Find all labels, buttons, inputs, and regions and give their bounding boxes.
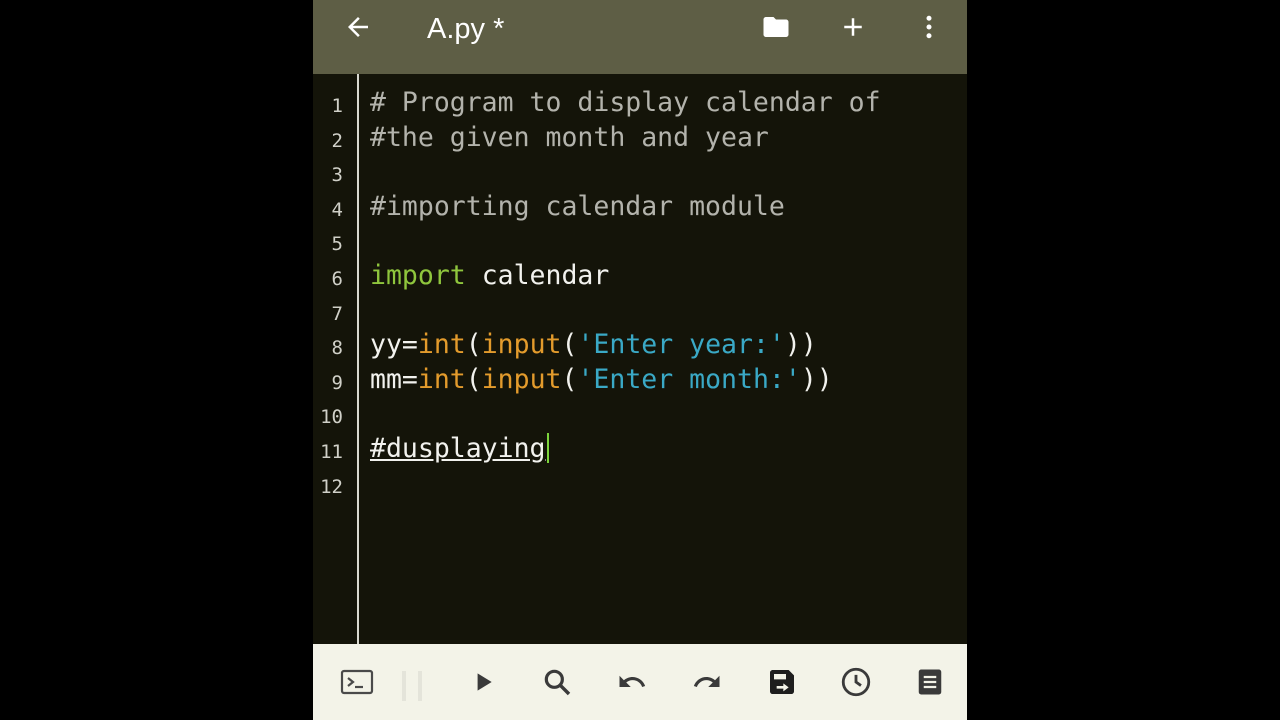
code-token: ( xyxy=(465,363,482,395)
code-token: int xyxy=(417,329,466,361)
history-button[interactable] xyxy=(832,660,880,708)
redo-icon xyxy=(689,667,725,702)
undo-icon xyxy=(614,667,650,702)
code-token: 'Enter year:' xyxy=(577,329,785,361)
line-number: 12 xyxy=(320,475,343,498)
line-number: 7 xyxy=(331,302,343,325)
code-token: int xyxy=(417,363,466,395)
code-line[interactable]: import calendar xyxy=(370,259,609,293)
code-token: # Program to display calendar of xyxy=(370,87,881,118)
code-line[interactable]: #the given month and year xyxy=(370,121,769,155)
arrow-left-icon xyxy=(343,12,373,47)
code-token: #importing calendar module xyxy=(370,190,785,222)
code-line[interactable]: # Program to display calendar of xyxy=(370,86,881,120)
code-token: )) xyxy=(784,329,817,361)
line-number: 1 xyxy=(331,95,343,117)
code-token: yy= xyxy=(370,329,418,361)
line-number-gutter: 1 2 3 4 5 6 7 8 9 10 11 12 xyxy=(313,74,359,644)
more-options-button[interactable] xyxy=(901,0,957,58)
history-icon xyxy=(839,665,873,704)
line-number: 8 xyxy=(331,337,343,360)
save-button[interactable] xyxy=(758,660,806,708)
text-caret xyxy=(546,433,549,463)
code-token: mm= xyxy=(370,363,418,395)
code-token: #the given month and year xyxy=(370,121,769,153)
save-icon xyxy=(765,666,799,703)
code-line[interactable]: #importing calendar module xyxy=(370,190,785,224)
toolbar-drag-handle[interactable] xyxy=(402,671,422,701)
line-number: 5 xyxy=(331,233,343,256)
new-file-button[interactable] xyxy=(825,0,881,58)
more-vertical-icon xyxy=(914,12,944,47)
file-title: A.py * xyxy=(427,13,505,45)
code-token: ( xyxy=(465,329,482,361)
document-button[interactable] xyxy=(906,660,954,708)
line-number: 4 xyxy=(331,198,343,221)
line-number: 2 xyxy=(331,129,343,152)
search-icon xyxy=(541,666,573,703)
code-token: #dusplaying xyxy=(370,433,546,464)
run-button[interactable] xyxy=(459,660,507,708)
open-folder-button[interactable] xyxy=(748,0,804,58)
plus-icon xyxy=(838,12,868,47)
line-number: 10 xyxy=(320,406,343,429)
line-number: 9 xyxy=(331,371,343,394)
code-line[interactable]: mm=int(input('Enter month:')) xyxy=(370,363,833,397)
code-token: 'Enter month:' xyxy=(577,363,801,395)
code-line[interactable]: #dusplaying xyxy=(370,432,549,466)
terminal-icon xyxy=(340,667,374,702)
phone-screen: A.py * 1 2 3 4 5 6 7 8 9 10 11 12 # Program to disp… xyxy=(313,0,967,720)
code-token: input xyxy=(481,363,562,395)
code-editor[interactable]: 1 2 3 4 5 6 7 8 9 10 11 12 # Program to display cal… xyxy=(313,74,967,644)
line-number: 3 xyxy=(331,164,343,187)
app-bar: A.py * xyxy=(313,0,967,74)
redo-button[interactable] xyxy=(683,660,731,708)
code-token: ( xyxy=(561,363,578,395)
bottom-toolbar xyxy=(313,644,967,720)
run-icon xyxy=(470,669,496,700)
terminal-button[interactable] xyxy=(333,660,381,708)
folder-icon xyxy=(759,12,793,47)
line-number: 6 xyxy=(331,268,343,290)
search-button[interactable] xyxy=(533,660,581,708)
document-icon xyxy=(915,666,945,703)
code-token: input xyxy=(481,329,562,361)
code-token: )) xyxy=(800,363,833,395)
line-number: 11 xyxy=(320,441,343,463)
code-token: import xyxy=(370,260,466,291)
back-button[interactable] xyxy=(330,0,386,58)
code-token: ( xyxy=(561,329,578,361)
undo-button[interactable] xyxy=(608,660,656,708)
code-token: calendar xyxy=(465,260,610,291)
code-line[interactable]: yy=int(input('Enter year:')) xyxy=(370,328,817,362)
